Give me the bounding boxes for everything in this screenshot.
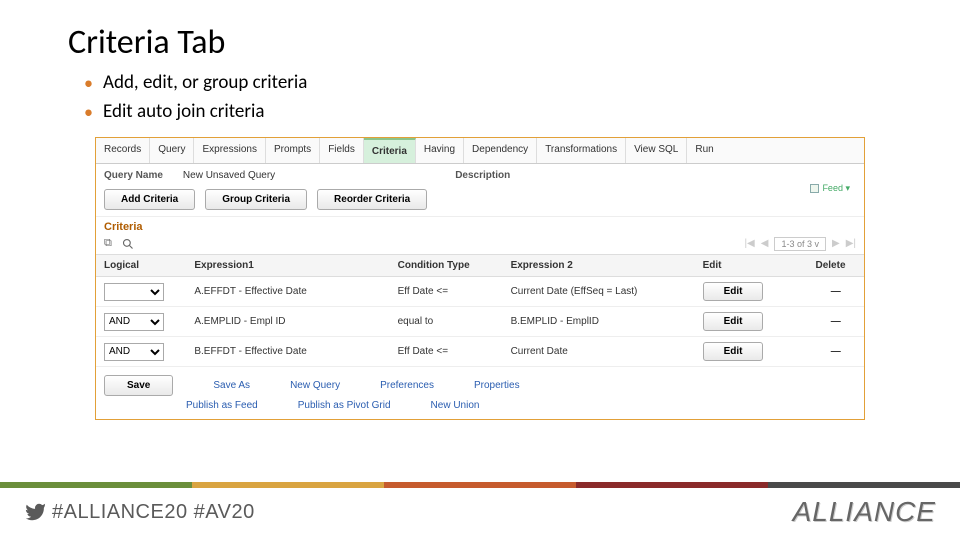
save-as-link[interactable]: Save As xyxy=(213,380,250,391)
add-criteria-button[interactable]: Add Criteria xyxy=(104,189,195,210)
reorder-criteria-button[interactable]: Reorder Criteria xyxy=(317,189,427,210)
pager-last-icon[interactable]: ▶| xyxy=(846,238,856,249)
description-label: Description xyxy=(455,170,510,181)
chevron-down-icon: v xyxy=(815,239,820,249)
edit-row-button[interactable]: Edit xyxy=(703,312,764,331)
col-cond: Condition Type xyxy=(390,255,503,277)
query-manager-window: Records Query Expressions Prompts Fields… xyxy=(95,137,865,420)
publish-feed-link[interactable]: Publish as Feed xyxy=(186,400,258,411)
hashtag-text: #ALLIANCE20 #AV20 xyxy=(52,501,255,524)
pager-next-icon[interactable]: ▶ xyxy=(832,238,840,249)
search-icon[interactable] xyxy=(122,238,134,250)
grid-header-row: Logical Expression1 Condition Type Expre… xyxy=(96,255,864,277)
feed-link[interactable]: Feed ▾ xyxy=(810,183,850,194)
publish-pivot-link[interactable]: Publish as Pivot Grid xyxy=(298,400,391,411)
col-expr1: Expression1 xyxy=(186,255,389,277)
expr1-cell: B.EFFDT - Effective Date xyxy=(186,337,389,367)
tab-view-sql[interactable]: View SQL xyxy=(626,138,687,163)
table-row: AND A.EMPLID - Empl ID equal to B.EMPLID… xyxy=(96,307,864,337)
tab-having[interactable]: Having xyxy=(416,138,464,163)
new-union-link[interactable]: New Union xyxy=(431,400,480,411)
feed-label: Feed xyxy=(822,183,843,193)
footer-stripe xyxy=(0,482,960,488)
tab-query[interactable]: Query xyxy=(150,138,194,163)
col-logical: Logical xyxy=(96,255,186,277)
bullet-text: Add, edit, or group criteria xyxy=(103,71,307,94)
table-row: AND B.EFFDT - Effective Date Eff Date <=… xyxy=(96,337,864,367)
criteria-section-header: Criteria xyxy=(96,216,864,235)
query-name-label: Query Name xyxy=(104,170,163,181)
bullet-list: • Add, edit, or group criteria • Edit auto… xyxy=(0,71,960,123)
expr2-cell: B.EMPLID - EmplID xyxy=(503,307,695,337)
expr2-cell: Current Date xyxy=(503,337,695,367)
tab-records[interactable]: Records xyxy=(96,138,150,163)
expr1-cell: A.EFFDT - Effective Date xyxy=(186,277,389,307)
group-criteria-button[interactable]: Group Criteria xyxy=(205,189,307,210)
logical-select[interactable] xyxy=(104,283,164,301)
tab-fields[interactable]: Fields xyxy=(320,138,364,163)
pager-range[interactable]: 1-3 of 3 v xyxy=(774,237,826,251)
slide-title: Criteria Tab xyxy=(0,0,960,71)
criteria-button-row: Add Criteria Group Criteria Reorder Crit… xyxy=(96,185,864,216)
expr2-cell: Current Date (EffSeq = Last) xyxy=(503,277,695,307)
alliance-logo: ALLIANCE xyxy=(793,496,936,528)
pager: |◀ ◀ 1-3 of 3 v ▶ ▶| xyxy=(744,237,856,251)
new-query-link[interactable]: New Query xyxy=(290,380,340,391)
pager-range-text: 1-3 of 3 xyxy=(781,239,812,249)
preferences-link[interactable]: Preferences xyxy=(380,380,434,391)
delete-row-button[interactable]: — xyxy=(808,337,865,367)
tab-expressions[interactable]: Expressions xyxy=(194,138,265,163)
expr1-cell: A.EMPLID - Empl ID xyxy=(186,307,389,337)
save-button[interactable]: Save xyxy=(104,375,173,396)
tab-dependency[interactable]: Dependency xyxy=(464,138,537,163)
pager-first-icon[interactable]: |◀ xyxy=(744,238,754,249)
grid-toolbar: ⧉ |◀ ◀ 1-3 of 3 v ▶ ▶| xyxy=(96,235,864,254)
bullet-dot-icon: • xyxy=(84,103,93,121)
delete-row-button[interactable]: — xyxy=(808,277,865,307)
bullet-item: • Add, edit, or group criteria xyxy=(84,71,960,94)
tab-prompts[interactable]: Prompts xyxy=(266,138,320,163)
table-row: A.EFFDT - Effective Date Eff Date <= Cur… xyxy=(96,277,864,307)
slide-footer: #ALLIANCE20 #AV20 ALLIANCE xyxy=(0,482,960,540)
edit-row-button[interactable]: Edit xyxy=(703,282,764,301)
query-info-row: Query Name New Unsaved Query Description xyxy=(96,164,864,185)
tabstrip: Records Query Expressions Prompts Fields… xyxy=(96,138,864,164)
edit-row-button[interactable]: Edit xyxy=(703,342,764,361)
col-edit: Edit xyxy=(695,255,808,277)
pager-prev-icon[interactable]: ◀ xyxy=(761,238,769,249)
properties-link[interactable]: Properties xyxy=(474,380,520,391)
query-name-value: New Unsaved Query xyxy=(183,170,275,181)
cond-cell: Eff Date <= xyxy=(390,277,503,307)
bullet-text: Edit auto join criteria xyxy=(103,100,265,123)
delete-row-button[interactable]: — xyxy=(808,307,865,337)
tab-criteria[interactable]: Criteria xyxy=(364,138,416,163)
hashtag-block: #ALLIANCE20 #AV20 xyxy=(24,501,255,524)
grid-action-icon[interactable]: ⧉ xyxy=(104,237,112,250)
tab-transformations[interactable]: Transformations xyxy=(537,138,626,163)
action-links-row-2: Publish as Feed Publish as Pivot Grid Ne… xyxy=(96,400,864,419)
twitter-bird-icon xyxy=(24,501,46,523)
bullet-dot-icon: • xyxy=(84,74,93,92)
feed-icon xyxy=(810,184,819,193)
chevron-down-icon: ▾ xyxy=(845,183,850,193)
cond-cell: Eff Date <= xyxy=(390,337,503,367)
cond-cell: equal to xyxy=(390,307,503,337)
criteria-grid: Logical Expression1 Condition Type Expre… xyxy=(96,254,864,367)
col-expr2: Expression 2 xyxy=(503,255,695,277)
bullet-item: • Edit auto join criteria xyxy=(84,100,960,123)
action-links-row-1: Save Save As New Query Preferences Prope… xyxy=(96,367,864,400)
tab-run[interactable]: Run xyxy=(687,138,721,163)
logical-select[interactable]: AND xyxy=(104,313,164,331)
logical-select[interactable]: AND xyxy=(104,343,164,361)
col-delete: Delete xyxy=(808,255,865,277)
